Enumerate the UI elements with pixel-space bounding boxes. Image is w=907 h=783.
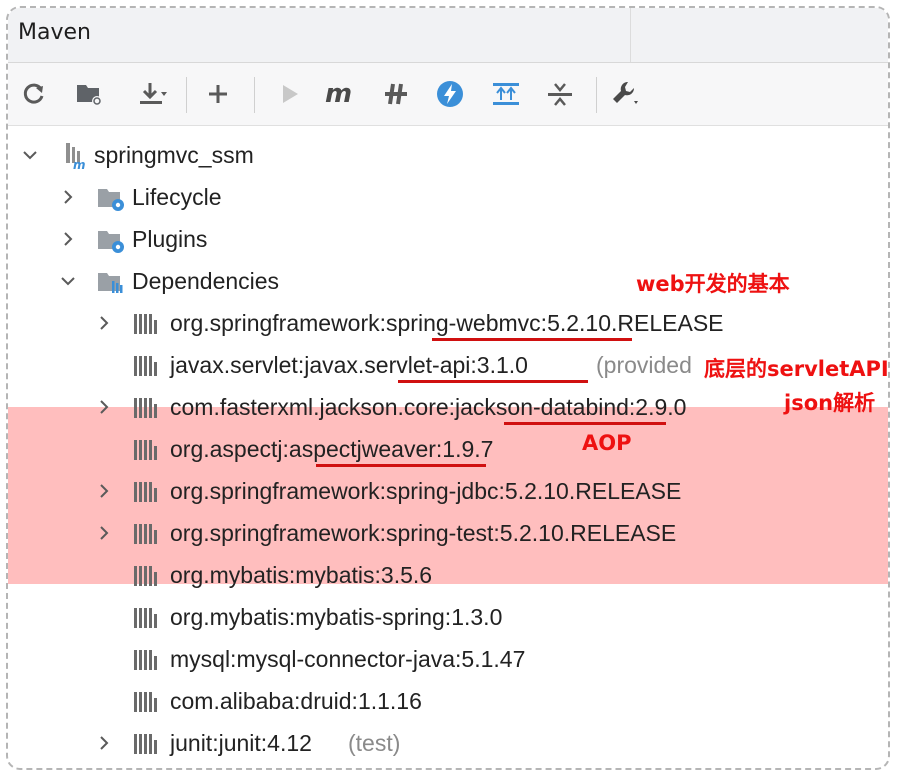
- dependency-row[interactable]: mysql:mysql-connector-java:5.1.47: [8, 640, 888, 678]
- dependency-row[interactable]: org.springframework:spring-test:5.2.10.R…: [8, 514, 888, 552]
- dependency-label: com.fasterxml.jackson.core:jackson-datab…: [170, 393, 687, 420]
- tree-node-project[interactable]: m springmvc_ssm: [8, 136, 888, 174]
- dependency-label: org.mybatis:mybatis:3.5.6: [170, 561, 433, 588]
- chevron-right-icon[interactable]: [94, 313, 114, 333]
- underline-mark: [316, 464, 486, 467]
- project-tree: m springmvc_ssm Lifecycle Plugins Depend…: [8, 126, 888, 768]
- annotation-aop: AOP: [582, 431, 632, 455]
- execute-goal-icon[interactable]: m: [322, 77, 358, 111]
- run-icon[interactable]: [272, 77, 308, 111]
- maven-project-icon: m: [66, 143, 86, 171]
- collapse-all-icon[interactable]: [542, 77, 578, 111]
- library-icon: [134, 398, 157, 418]
- tree-node-plugins[interactable]: Plugins: [8, 220, 888, 258]
- dependency-label: org.aspectj:aspectjweaver:1.9.7: [170, 435, 494, 462]
- library-icon: [134, 650, 157, 670]
- dependencies-label: Dependencies: [132, 267, 280, 294]
- toolbar-separator: [254, 77, 255, 113]
- dependency-label: junit:junit:4.12: [170, 729, 312, 756]
- chevron-down-icon[interactable]: [58, 271, 78, 291]
- library-icon: [134, 482, 157, 502]
- annotation-servlet: 底层的servletAPI: [704, 357, 889, 381]
- dependency-label: org.springframework:spring-webmvc:5.2.10…: [170, 309, 724, 336]
- tree-node-lifecycle[interactable]: Lifecycle: [8, 178, 888, 216]
- dependency-label: mysql:mysql-connector-java:5.1.47: [170, 645, 526, 672]
- lifecycle-label: Lifecycle: [132, 183, 222, 210]
- chevron-down-icon[interactable]: [20, 145, 40, 165]
- dependency-label: org.springframework:spring-test:5.2.10.R…: [170, 519, 677, 546]
- folder-dependencies-icon: [98, 273, 123, 293]
- title-bar: Maven: [8, 8, 888, 63]
- dependency-label: org.mybatis:mybatis-spring:1.3.0: [170, 603, 503, 630]
- chevron-right-icon[interactable]: [94, 481, 114, 501]
- maven-tool-window: Maven m m springmvc_ssm Lifecycle Plugin…: [6, 6, 890, 770]
- toolbar: m: [8, 63, 888, 126]
- underline-mark: [432, 338, 632, 341]
- chevron-right-icon[interactable]: [94, 523, 114, 543]
- project-label: springmvc_ssm: [94, 141, 254, 168]
- dependency-row[interactable]: org.springframework:spring-jdbc:5.2.10.R…: [8, 472, 888, 510]
- scope-label: (provided: [596, 351, 692, 378]
- dependency-row[interactable]: org.mybatis:mybatis:3.5.6: [8, 556, 888, 594]
- panel-title: Maven: [18, 20, 91, 45]
- settings-icon[interactable]: [608, 77, 644, 111]
- toggle-offline-icon[interactable]: [378, 77, 414, 111]
- library-icon: [134, 356, 157, 376]
- dependency-label: javax.servlet:javax.servlet-api:3.1.0: [170, 351, 528, 378]
- dependency-row[interactable]: org.mybatis:mybatis-spring:1.3.0: [8, 598, 888, 636]
- generate-sources-icon[interactable]: [72, 77, 108, 111]
- plugins-label: Plugins: [132, 225, 208, 252]
- library-icon: [134, 692, 157, 712]
- dependency-label: com.alibaba:druid:1.1.16: [170, 687, 422, 714]
- dependency-row[interactable]: junit:junit:4.12 (test): [8, 724, 888, 762]
- dependency-row[interactable]: org.aspectj:aspectjweaver:1.9.7: [8, 430, 888, 468]
- scope-label: (test): [348, 729, 401, 756]
- library-icon: [134, 566, 157, 586]
- toolbar-separator: [596, 77, 597, 113]
- library-icon: [134, 734, 157, 754]
- annotation-web: web开发的基本: [636, 272, 790, 296]
- chevron-right-icon[interactable]: [94, 397, 114, 417]
- title-divider: [630, 8, 631, 62]
- add-icon[interactable]: [200, 77, 236, 111]
- dependency-row[interactable]: com.alibaba:druid:1.1.16: [8, 682, 888, 720]
- underline-mark: [504, 422, 666, 425]
- refresh-icon[interactable]: [16, 77, 52, 111]
- annotation-json: json解析: [784, 391, 876, 415]
- underline-mark: [398, 380, 588, 383]
- library-icon: [134, 440, 157, 460]
- library-icon: [134, 524, 157, 544]
- dependency-row[interactable]: org.springframework:spring-webmvc:5.2.10…: [8, 304, 888, 342]
- show-dependencies-icon[interactable]: [488, 77, 524, 111]
- toolbar-separator: [186, 77, 187, 113]
- chevron-right-icon[interactable]: [58, 187, 78, 207]
- dependency-row[interactable]: com.fasterxml.jackson.core:jackson-datab…: [8, 388, 888, 426]
- chevron-right-icon[interactable]: [94, 733, 114, 753]
- dependency-label: org.springframework:spring-jdbc:5.2.10.R…: [170, 477, 682, 504]
- folder-gear-icon: [98, 189, 124, 211]
- skip-tests-icon[interactable]: [432, 77, 468, 111]
- folder-gear-icon: [98, 231, 124, 253]
- library-icon: [134, 314, 157, 334]
- chevron-right-icon[interactable]: [58, 229, 78, 249]
- library-icon: [134, 608, 157, 628]
- download-icon[interactable]: [134, 77, 170, 111]
- svg-text:m: m: [325, 81, 352, 107]
- svg-text:m: m: [73, 158, 86, 171]
